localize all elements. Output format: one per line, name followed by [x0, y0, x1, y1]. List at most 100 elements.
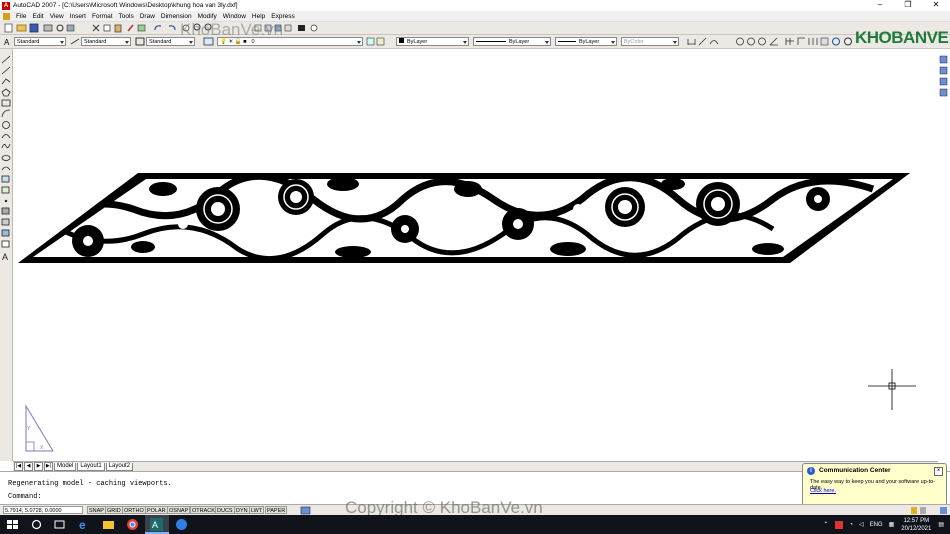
text-style-select[interactable]: Standard	[14, 37, 66, 46]
circle-icon[interactable]	[2, 121, 10, 129]
chat-app-icon[interactable]	[175, 518, 188, 531]
popup-close-button[interactable]: ×	[934, 467, 943, 476]
save-icon[interactable]	[29, 23, 39, 33]
construction-line-icon[interactable]	[1, 66, 11, 75]
redo-icon[interactable]	[168, 25, 176, 31]
line-icon[interactable]	[1, 55, 11, 64]
lwt-toggle[interactable]: LWT	[249, 506, 265, 514]
next-tab-button[interactable]: ▶	[34, 462, 43, 471]
publish-icon[interactable]	[66, 24, 75, 32]
grid-toggle[interactable]: GRID	[105, 506, 123, 514]
revision-cloud-icon[interactable]	[1, 134, 11, 139]
table-icon[interactable]	[1, 240, 10, 248]
radius-dim-icon[interactable]	[736, 37, 744, 46]
polar-toggle[interactable]: POLAR	[145, 506, 168, 514]
open-icon[interactable]	[16, 24, 27, 32]
lineweight-select[interactable]: ByLayer	[555, 37, 617, 46]
send-back-icon[interactable]	[939, 77, 948, 86]
tolerance-icon[interactable]	[820, 37, 829, 46]
autocad-taskbar-button[interactable]: A	[145, 515, 169, 534]
insert-block-icon[interactable]	[1, 175, 10, 183]
ellipse-icon[interactable]	[1, 155, 11, 161]
block-editor-icon[interactable]	[137, 24, 146, 32]
menu-view[interactable]: View	[47, 13, 67, 20]
autocad-app-icon[interactable]: A	[2, 1, 10, 10]
menu-express[interactable]: Express	[268, 13, 297, 20]
linetype-select[interactable]: ByLayer	[473, 37, 551, 46]
bring-above-icon[interactable]	[939, 88, 948, 97]
menu-help[interactable]: Help	[249, 13, 268, 20]
tab-model[interactable]: Model	[54, 462, 77, 471]
task-view-icon[interactable]	[53, 518, 66, 531]
center-mark-icon[interactable]	[832, 37, 840, 46]
drawing-canvas[interactable]: Y X	[13, 49, 938, 461]
cut-icon[interactable]	[92, 24, 100, 32]
coordinate-readout[interactable]: 5.7914, 5.0728, 0.0000	[3, 506, 83, 514]
undo-icon[interactable]	[154, 25, 162, 31]
diameter-dim-icon[interactable]	[758, 37, 766, 46]
wifi-icon[interactable]: ◔	[849, 522, 853, 528]
color-select[interactable]: ByLayer	[396, 37, 469, 46]
jogged-dim-icon[interactable]	[747, 37, 755, 46]
multiline-text-icon[interactable]: A	[2, 252, 8, 262]
notifications-icon[interactable]: ▤	[938, 521, 944, 528]
paper-toggle[interactable]: PAPER	[265, 506, 288, 514]
menu-format[interactable]: Format	[89, 13, 116, 20]
rectangle-icon[interactable]	[1, 99, 11, 107]
lock-toolbar-icon[interactable]	[920, 507, 926, 514]
menu-insert[interactable]: Insert	[67, 13, 89, 20]
windows-start-icon[interactable]	[6, 518, 19, 531]
polygon-icon[interactable]	[1, 88, 11, 97]
arc-length-icon[interactable]	[709, 40, 719, 45]
make-block-icon[interactable]	[1, 186, 10, 194]
quick-dim-icon[interactable]	[785, 38, 794, 45]
minimize-button[interactable]: –	[866, 0, 894, 11]
baseline-dim-icon[interactable]	[797, 37, 805, 45]
copy-icon[interactable]	[103, 24, 111, 32]
popup-link[interactable]: Click here.	[810, 488, 836, 494]
bring-front-icon[interactable]	[939, 66, 948, 75]
chrome-icon[interactable]	[126, 518, 139, 531]
restore-button[interactable]: ❐	[894, 0, 922, 11]
volume-icon[interactable]: ◁	[859, 521, 864, 528]
close-button[interactable]: ✕	[922, 0, 950, 11]
draw-order-icon[interactable]	[939, 55, 948, 64]
input-language[interactable]: ENG	[870, 522, 883, 528]
vietnamese-ime-icon[interactable]: ▦	[889, 521, 895, 528]
maximize-viewport-icon[interactable]	[300, 506, 312, 515]
tab-layout1[interactable]: Layout1	[77, 462, 105, 471]
menu-file[interactable]: File	[13, 13, 29, 20]
otrack-toggle[interactable]: OTRACK	[190, 506, 217, 514]
continue-dim-icon[interactable]	[808, 38, 818, 45]
point-icon[interactable]	[4, 199, 8, 203]
snap-toggle[interactable]: SNAP	[87, 506, 106, 514]
arc-icon[interactable]	[1, 109, 11, 118]
first-tab-button[interactable]: |◀	[14, 462, 23, 471]
menu-modify[interactable]: Modify	[195, 13, 220, 20]
menu-tools[interactable]: Tools	[116, 13, 137, 20]
last-tab-button[interactable]: ▶|	[44, 462, 53, 471]
match-properties-icon[interactable]	[127, 24, 134, 32]
spline-icon[interactable]	[1, 143, 11, 149]
clock[interactable]: 12:57 PM 20/12/2021	[901, 517, 931, 533]
help-icon[interactable]	[310, 24, 318, 32]
menu-draw[interactable]: Draw	[137, 13, 158, 20]
ellipse-arc-icon[interactable]	[1, 166, 11, 171]
markup-icon[interactable]	[298, 25, 305, 31]
paste-icon[interactable]	[114, 24, 122, 33]
ortho-toggle[interactable]: ORTHO	[122, 506, 146, 514]
preview-icon[interactable]	[56, 24, 64, 32]
menu-dimension[interactable]: Dimension	[158, 13, 195, 20]
gradient-icon[interactable]	[1, 218, 10, 226]
command-prompt[interactable]: Command:	[8, 493, 42, 501]
tab-layout2[interactable]: Layout2	[105, 462, 134, 471]
layer-previous-icon[interactable]	[366, 37, 386, 46]
menu-edit[interactable]: Edit	[29, 13, 46, 20]
osnap-toggle[interactable]: OSNAP	[167, 506, 191, 514]
new-icon[interactable]	[4, 23, 13, 33]
clean-screen-icon[interactable]	[940, 507, 947, 514]
dim-edit-icon[interactable]	[844, 37, 852, 46]
prev-tab-button[interactable]: ◀	[24, 462, 33, 471]
dyn-toggle[interactable]: DYN	[234, 506, 250, 514]
angular-dim-icon[interactable]	[769, 37, 778, 46]
